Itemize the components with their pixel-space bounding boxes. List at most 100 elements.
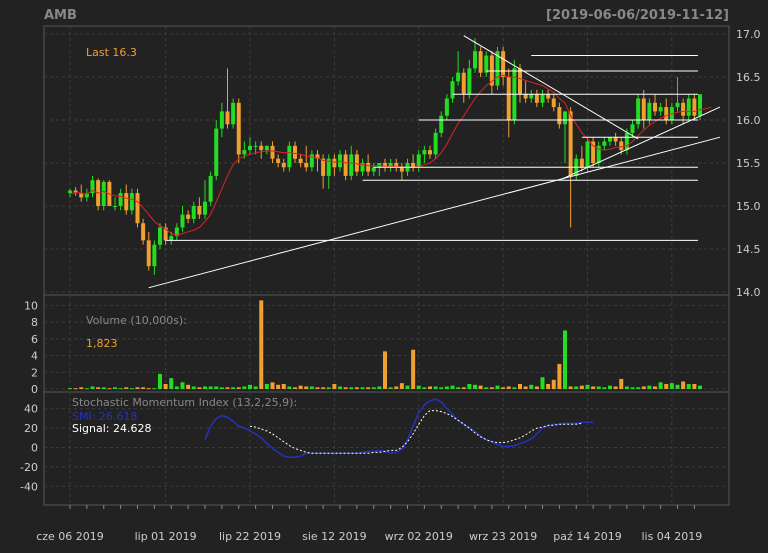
volume-bar [338,386,342,389]
candle-body [287,145,292,168]
candle-body [225,111,230,125]
price-tick-label: 15.0 [736,200,761,213]
candle-body [608,137,612,142]
candle-body [439,115,444,133]
volume-bar [287,386,292,389]
candle-body [124,193,129,211]
volume-bar [158,373,162,389]
last-price-label: Last 16.3 [86,46,137,59]
volume-bar [563,330,567,389]
volume-bar [326,387,331,389]
volume-bar [669,383,674,389]
volume-bar [214,386,219,389]
volume-bar [259,300,264,389]
candle-body [304,163,309,168]
candle-body [270,145,275,159]
time-tick-label: wrz 02 2019 [385,530,453,543]
volume-bar [197,387,202,389]
candle-body [675,102,680,108]
volume-bar [518,383,522,389]
candle-body [428,150,432,155]
candle-body [698,94,702,116]
candle-body [422,150,427,155]
volume-bar [203,386,207,389]
volume-bar [534,386,539,389]
candle-body [523,94,528,99]
volume-tick-label: 0 [31,383,38,396]
volume-bar [219,387,224,389]
chart-stage: AMB [2019-06-06/2019-11-12] 14.0 14.5 15.0… [0,0,768,549]
candle-body [641,98,646,120]
candle-body [534,94,539,103]
volume-bar [186,384,191,389]
price-tick-label: 14.5 [736,243,761,256]
stock-chart: AMB [2019-06-06/2019-11-12] 14.0 14.5 15.0… [0,0,768,549]
volume-bar [411,349,416,389]
candle-body [602,141,607,146]
volume-bar [456,387,461,389]
candle-body [518,68,522,95]
candle-body [152,244,157,267]
volume-tick-label: 8 [31,316,38,329]
candle-body [647,102,652,120]
volume-title: Volume (10,000s): [86,314,187,327]
volume-bar [579,385,584,389]
volume-bar [101,387,106,389]
volume-bar [343,387,348,389]
volume-bar [647,385,652,389]
volume-bar [68,388,72,390]
volume-bar [529,384,534,389]
candle-body [158,227,162,245]
time-tick-label: lip 01 2019 [135,530,197,543]
candle-body [169,236,174,241]
candle-body [118,193,123,206]
volume-bar [298,385,303,389]
volume-bar [473,384,477,389]
volume-bar [692,383,697,389]
candle-body [68,190,72,194]
candle-body [461,72,466,95]
volume-bar [253,386,258,389]
volume-bar [191,386,196,389]
volume-bar [467,383,472,389]
volume-bar [174,386,179,389]
volume-bar [433,386,438,389]
volume-bar [242,386,247,389]
price-tick-label: 14.0 [736,286,761,299]
smi-tick-label: -20 [20,461,38,474]
volume-bar [208,386,213,389]
candle-body [653,102,657,112]
volume-tick-label: 10 [24,299,38,312]
time-tick-label: lis 04 2019 [641,530,702,543]
volume-bar [118,388,123,390]
volume-bar [568,386,573,389]
candle-body [478,51,483,73]
candle-body [236,102,241,155]
smi-tick-label: 40 [24,403,38,416]
candle-body [332,158,337,168]
volume-bar [281,383,286,389]
candle-body [259,145,264,151]
volume-bar [613,386,618,389]
volume-bar [107,388,112,390]
candle-body [276,158,281,163]
candle-body [242,150,247,155]
volume-bar [146,388,151,390]
volume-bar [293,387,297,389]
candle-body [208,175,213,202]
volume-bar [602,387,607,389]
volume-bar [231,387,236,389]
volume-bar [225,387,230,389]
candle-body [264,145,269,151]
volume-bar [681,381,686,389]
volume-bar [152,388,157,390]
candle-body [467,68,472,95]
candle-body [366,163,371,172]
volume-bar [163,383,168,389]
volume-bar [169,378,174,389]
volume-bar [180,382,185,389]
date-range: [2019-06-06/2019-11-12] [546,8,729,23]
volume-tick-label: 6 [31,333,38,346]
volume-bar [557,363,562,389]
candle-body [664,107,669,120]
